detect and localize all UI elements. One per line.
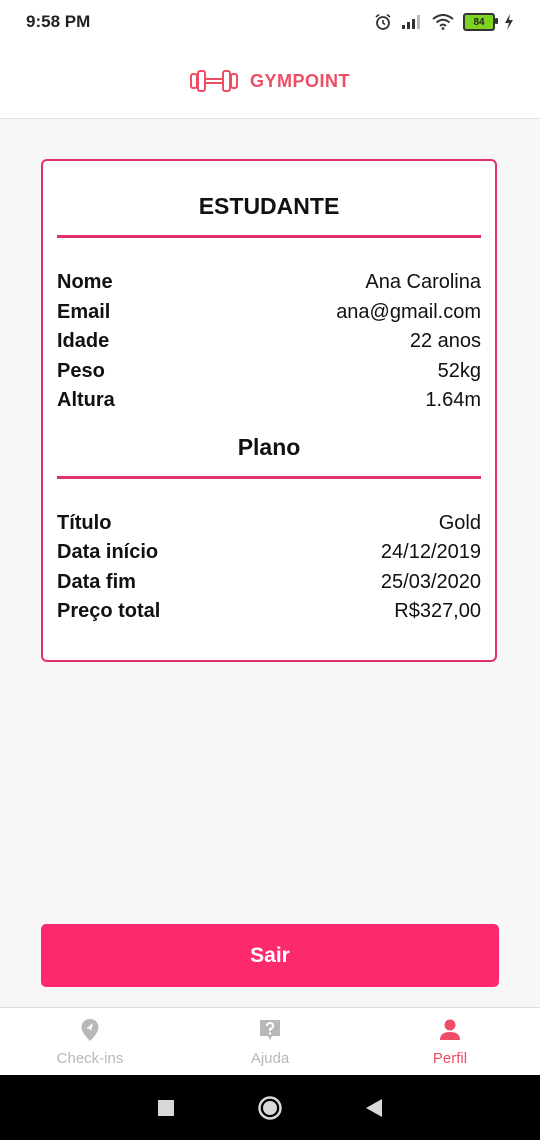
dumbbell-logo-icon	[189, 70, 238, 92]
plan-row-total-price: Preço total R$327,00	[57, 597, 481, 627]
alarm-icon	[375, 13, 391, 30]
charging-bolt-icon	[505, 14, 513, 30]
location-pin-icon	[81, 1019, 99, 1041]
student-profile-card: ESTUDANTE Nome Ana Carolina Email ana@gm…	[41, 159, 497, 662]
info-row-email: Email ana@gmail.com	[57, 298, 481, 328]
info-value: 52kg	[437, 359, 481, 382]
info-row-height: Altura 1.64m	[57, 386, 481, 416]
wifi-icon	[432, 14, 454, 30]
info-label: Data fim	[57, 570, 136, 593]
student-card-title: ESTUDANTE	[198, 193, 340, 219]
info-label: Preço total	[57, 600, 161, 623]
help-question-icon	[260, 1020, 280, 1040]
info-label: Email	[57, 300, 111, 323]
info-label: Peso	[57, 359, 105, 382]
plan-row-start-date: Data início 24/12/2019	[57, 538, 481, 568]
info-row-age: Idade 22 anos	[57, 327, 481, 357]
info-label: Data início	[57, 541, 159, 564]
app-header: GYMPOINT	[0, 44, 540, 119]
brand-name: GYMPOINT	[249, 70, 350, 91]
title-divider	[57, 235, 481, 238]
info-label: Altura	[57, 389, 115, 412]
tab-help[interactable]: Ajuda	[180, 1008, 360, 1076]
person-icon	[440, 1019, 460, 1040]
plan-divider	[57, 475, 481, 479]
plan-row-end-date: Data fim 25/03/2020	[57, 568, 481, 598]
info-value: Ana Carolina	[365, 271, 481, 294]
tab-profile[interactable]: Perfil	[360, 1008, 540, 1076]
status-bar: 9:58 PM 84	[0, 0, 540, 44]
plan-section-title: Plano	[237, 433, 301, 460]
battery-indicator: 84	[463, 13, 498, 31]
info-value: 1.64m	[425, 389, 481, 412]
tab-label: Ajuda	[250, 1050, 290, 1067]
info-value: Gold	[438, 511, 481, 534]
logout-button[interactable]: Sair	[41, 924, 499, 987]
plan-row-title: Título Gold	[57, 509, 481, 539]
info-value: R$327,00	[394, 600, 481, 623]
info-label: Idade	[57, 330, 110, 353]
info-row-name: Nome Ana Carolina	[57, 268, 481, 298]
home-circle-icon[interactable]	[257, 1095, 283, 1121]
info-label: Título	[57, 511, 112, 534]
tab-label: Perfil	[432, 1050, 468, 1067]
back-triangle-icon[interactable]	[365, 1098, 383, 1118]
info-label: Nome	[57, 271, 113, 294]
plan-info-list: Título Gold Data início 24/12/2019 Data …	[57, 509, 481, 627]
signal-icon	[402, 15, 420, 29]
recents-square-icon[interactable]	[157, 1099, 175, 1117]
info-value: 25/03/2020	[380, 570, 481, 593]
student-info-list: Nome Ana Carolina Email ana@gmail.com Id…	[57, 268, 481, 416]
info-value: 24/12/2019	[380, 541, 481, 564]
status-icons: 84	[374, 13, 514, 31]
tab-label: Check-ins	[56, 1050, 124, 1067]
info-value: ana@gmail.com	[336, 300, 481, 323]
info-value: 22 anos	[409, 330, 481, 353]
tab-checkins[interactable]: Check-ins	[0, 1008, 180, 1076]
info-row-weight: Peso 52kg	[57, 357, 481, 387]
system-navigation-bar	[0, 1075, 540, 1140]
status-time: 9:58 PM	[26, 12, 91, 31]
bottom-tab-bar: Check-ins Ajuda Perfil	[0, 1007, 540, 1076]
